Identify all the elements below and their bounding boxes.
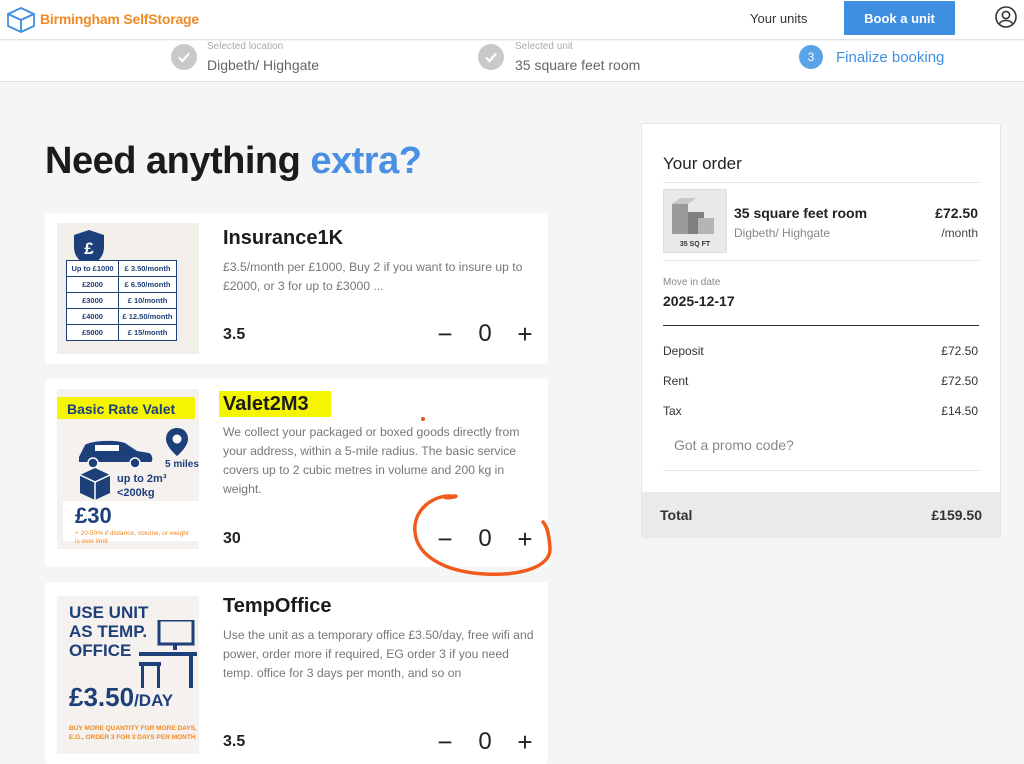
tempoffice-image: USE UNIT AS TEMP. OFFICE £3.50/DAY BUY M… bbox=[57, 596, 199, 754]
page-title-text: Need anything bbox=[45, 140, 301, 182]
valet-image-note: + 20-50% if distance, volume, or weight … bbox=[75, 530, 189, 545]
valet-capacity-weight: <200kg bbox=[117, 487, 155, 499]
addon-price: 30 bbox=[223, 530, 241, 547]
move-in-label: Move in date bbox=[663, 277, 721, 288]
addon-price: 3.5 bbox=[223, 326, 246, 343]
increment-button[interactable]: + bbox=[513, 321, 537, 347]
map-pin-icon bbox=[166, 428, 188, 456]
order-title: Your order bbox=[663, 154, 742, 173]
addon-card-tempoffice: USE UNIT AS TEMP. OFFICE £3.50/DAY BUY M… bbox=[45, 582, 548, 764]
divider bbox=[663, 182, 979, 183]
deposit-value: £72.50 bbox=[941, 344, 978, 358]
order-unit-name: 35 square feet room bbox=[734, 205, 868, 221]
insurance-price-table: Up to £1000 £ 3.50/month £2000 £ 6.50/mont… bbox=[66, 260, 177, 341]
addon-card-insurance: £ Up to £1000 £ 3.50/month £2000 £ 6.50/mo… bbox=[45, 213, 548, 364]
tempoffice-image-price: £3.50/DAY bbox=[69, 682, 174, 712]
rent-value: £72.50 bbox=[941, 374, 978, 388]
total-label: Total bbox=[660, 507, 693, 523]
check-icon bbox=[171, 44, 197, 70]
divider bbox=[663, 260, 979, 261]
addon-description: Use the unit as a temporary office £3.50… bbox=[223, 628, 534, 680]
svg-text:35 SQ FT: 35 SQ FT bbox=[680, 241, 711, 248]
step-3-value: Finalize booking bbox=[836, 49, 945, 66]
valet-capacity-volume: up to 2m³ bbox=[117, 473, 167, 485]
step-3-number: 3 bbox=[799, 45, 823, 69]
check-icon bbox=[478, 44, 504, 70]
quantity-stepper: − 0 + bbox=[433, 320, 537, 348]
step-2-value[interactable]: 35 square feet room bbox=[515, 57, 640, 73]
page-title-accent: extra? bbox=[310, 140, 422, 182]
valet-miles: 5 miles bbox=[165, 459, 199, 470]
decrement-button[interactable]: − bbox=[433, 729, 457, 755]
brand-name: Birmingham SelfStorage bbox=[40, 11, 199, 27]
addon-description: We collect your packaged or boxed goods … bbox=[223, 425, 520, 496]
increment-button[interactable]: + bbox=[513, 729, 537, 755]
user-circle-icon[interactable] bbox=[994, 5, 1018, 29]
valet-banner: Basic Rate Valet bbox=[67, 401, 176, 417]
box-icon bbox=[79, 468, 111, 500]
book-unit-button[interactable]: Book a unit bbox=[844, 1, 955, 35]
addon-title: Insurance1K bbox=[223, 227, 344, 249]
your-units-link[interactable]: Your units bbox=[750, 11, 807, 26]
box-icon bbox=[7, 7, 35, 33]
move-in-date: 2025-12-17 bbox=[663, 293, 735, 309]
storage-unit-icon: 35 SQ FT bbox=[672, 198, 714, 248]
unit-thumbnail: 35 SQ FT bbox=[663, 189, 727, 253]
order-unit-period: /month bbox=[941, 226, 978, 240]
desk-icon bbox=[139, 620, 197, 688]
addon-title: Valet2M3 bbox=[223, 393, 309, 415]
quantity-stepper: − 0 + bbox=[433, 728, 537, 756]
addon-title: TempOffice bbox=[223, 595, 332, 617]
valet-image: Basic Rate Valet 5 miles up to 2m³ <200k… bbox=[57, 389, 199, 549]
addon-description: £3.5/month per £1000, Buy 2 if you want … bbox=[223, 260, 523, 293]
order-unit-price: £72.50 bbox=[935, 205, 978, 221]
top-nav: Birmingham SelfStorage Your units Book a… bbox=[0, 0, 1024, 40]
order-summary: Your order 35 SQ FT 35 square feet room … bbox=[641, 123, 1001, 538]
svg-text:£: £ bbox=[84, 239, 94, 258]
total-value: £159.50 bbox=[931, 507, 982, 523]
tax-value: £14.50 bbox=[941, 404, 978, 418]
tax-label: Tax bbox=[663, 404, 682, 418]
order-total-bar: Total £159.50 bbox=[642, 492, 1000, 537]
promo-code-link[interactable]: Got a promo code? bbox=[674, 437, 794, 453]
valet-image-price: £30 bbox=[75, 503, 112, 528]
annotation-circle bbox=[413, 494, 552, 576]
brand-logo[interactable]: Birmingham SelfStorage bbox=[4, 5, 199, 33]
step-1-label: Selected location bbox=[207, 41, 284, 52]
tempoffice-image-note: BUY MORE QUANTITY FOR MORE DAYS, E.G., O… bbox=[69, 725, 197, 741]
decrement-button[interactable]: − bbox=[433, 321, 457, 347]
deposit-label: Deposit bbox=[663, 344, 704, 358]
order-unit-location: Digbeth/ Highgate bbox=[734, 226, 831, 240]
step-2-label: Selected unit bbox=[515, 41, 573, 52]
annotation-dot bbox=[421, 417, 425, 421]
car-icon bbox=[79, 440, 153, 469]
insurance-image: £ Up to £1000 £ 3.50/month £2000 £ 6.50/mo… bbox=[57, 223, 199, 354]
divider bbox=[663, 325, 979, 326]
quantity-value: 0 bbox=[478, 728, 492, 755]
addon-price: 3.5 bbox=[223, 733, 246, 750]
divider bbox=[663, 470, 979, 471]
booking-steps: Selected location Digbeth/ Highgate Sele… bbox=[0, 41, 1024, 82]
page-title: Need anything extra? bbox=[45, 140, 422, 183]
step-1-value[interactable]: Digbeth/ Highgate bbox=[207, 57, 319, 73]
quantity-value: 0 bbox=[478, 320, 492, 347]
rent-label: Rent bbox=[663, 374, 689, 388]
